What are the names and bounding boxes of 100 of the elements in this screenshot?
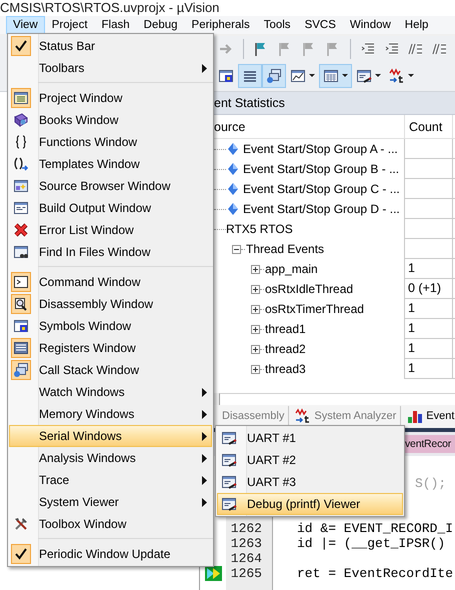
toolbar-button[interactable]: [238, 64, 262, 88]
indent-icon: [360, 40, 376, 56]
count-cell: [404, 239, 452, 259]
window-symbol-icon: [13, 318, 29, 334]
toolbar-button[interactable]: [262, 64, 286, 88]
menu-item[interactable]: Watch Windows: [9, 381, 212, 403]
tree-item[interactable]: thread1: [265, 322, 306, 336]
menu-item[interactable]: Source Browser Window: [9, 175, 212, 197]
menu-item[interactable]: Status Bar: [9, 35, 212, 57]
menu-item[interactable]: Periodic Window Update: [9, 543, 212, 565]
count-cell: 1: [404, 319, 452, 339]
menu-bar-item[interactable]: View: [6, 16, 45, 34]
stacked-windows-icon: [266, 68, 282, 84]
menu-item[interactable]: Error List Window: [9, 219, 212, 241]
menu-item[interactable]: UART #3: [217, 471, 403, 493]
menu-item[interactable]: Memory Windows: [9, 403, 212, 425]
tree-item[interactable]: Event Start/Stop Group B - ...: [243, 162, 400, 176]
scrollbar[interactable]: [219, 393, 455, 406]
menu-bar-item[interactable]: SVCS: [298, 16, 343, 34]
menu-item[interactable]: System Viewer: [9, 491, 212, 513]
menu-bar-item[interactable]: Tools: [256, 16, 298, 34]
column-header[interactable]: ource: [214, 120, 246, 134]
braces-icon: [13, 134, 29, 150]
toolbar-button[interactable]: [319, 64, 352, 88]
tab[interactable]: Event: [405, 406, 454, 426]
expand-icon[interactable]: [251, 324, 260, 334]
menu-bar-item[interactable]: Flash: [94, 16, 137, 34]
tree-item[interactable]: RTX5 RTOS: [226, 222, 293, 236]
expand-icon[interactable]: [251, 344, 260, 354]
menu-bar-item[interactable]: Peripherals: [184, 16, 257, 34]
code-line: S();: [415, 476, 446, 492]
menu-item[interactable]: Call Stack Window: [9, 359, 212, 381]
indent-icon: [384, 40, 400, 56]
editor-tab[interactable]: ventRecor: [405, 435, 455, 454]
menu-item[interactable]: Build Output Window: [9, 197, 212, 219]
line-number: 1265: [230, 566, 262, 582]
count-cell: [404, 159, 452, 179]
submenu-arrow-icon: [202, 410, 207, 418]
signal-arrow-icon: [389, 68, 405, 84]
menu-bar-item[interactable]: Debug: [136, 16, 185, 34]
tools-icon: [13, 516, 29, 532]
tree-item[interactable]: Thread Events: [246, 242, 324, 256]
window-title: CMSIS\RTOS\RTOS.uvprojx - µVision: [0, 0, 220, 15]
menu-bar-item[interactable]: Help: [398, 16, 436, 34]
diamond-icon: [228, 203, 238, 215]
collapse-icon[interactable]: [232, 244, 241, 254]
submenu-arrow-icon: [202, 454, 207, 462]
expand-icon[interactable]: [251, 304, 260, 314]
column-header[interactable]: Count: [409, 120, 442, 134]
menu-item[interactable]: Templates Window: [9, 153, 212, 175]
line-number: 1263: [230, 536, 262, 552]
count-cell: 1: [404, 339, 452, 359]
menu-bar-item[interactable]: Project: [44, 16, 95, 34]
code-line: id |= (__get_IPSR(): [297, 536, 446, 552]
menu-bar-item[interactable]: Window: [342, 16, 398, 34]
menu-item[interactable]: Disassembly Window: [9, 293, 212, 315]
caret-icon: [408, 74, 414, 77]
menu-item[interactable]: Command Window: [9, 271, 212, 293]
menu-item[interactable]: Serial Windows: [9, 425, 212, 447]
panel-title: ent Statistics: [214, 96, 285, 110]
code-line: id &= EVENT_RECORD_I: [297, 521, 454, 536]
count-cell: 1: [404, 299, 452, 319]
diamond-icon: [228, 143, 238, 155]
window-symbol-icon: [218, 68, 234, 84]
menu-item[interactable]: UART #1: [217, 427, 403, 449]
menu-item[interactable]: Find In Files Window: [9, 241, 212, 263]
expand-icon[interactable]: [251, 364, 260, 374]
window-pen-icon: [221, 430, 237, 446]
window-lines-icon: [13, 200, 29, 216]
menu-item[interactable]: Project Window: [9, 87, 212, 109]
menu-item[interactable]: UART #2: [217, 449, 403, 471]
menu-item[interactable]: Books Window: [9, 109, 212, 131]
menu-item[interactable]: Debug (printf) Viewer: [217, 493, 403, 515]
tree-item[interactable]: thread2: [265, 342, 306, 356]
diamond-icon: [228, 163, 238, 175]
menu-item[interactable]: Registers Window: [9, 337, 212, 359]
window-pen-icon: [221, 452, 237, 468]
submenu-arrow-icon: [202, 64, 207, 72]
tree-item[interactable]: Event Start/Stop Group C - ...: [243, 182, 400, 196]
cross-icon: [13, 222, 29, 238]
caret-icon: [309, 74, 315, 77]
menu-item[interactable]: Toolbox Window: [9, 513, 212, 535]
diamond-icon: [228, 183, 238, 195]
menu-item[interactable]: Analysis Windows: [9, 447, 212, 469]
binoculars-window-icon: [13, 244, 29, 260]
expand-icon[interactable]: [251, 264, 260, 274]
tree-item[interactable]: Event Start/Stop Group A - ...: [243, 142, 398, 156]
menu-item[interactable]: Functions Window: [9, 131, 212, 153]
tree-item[interactable]: app_main: [265, 262, 318, 276]
menu-item[interactable]: Toolbars: [9, 57, 212, 79]
tree-item[interactable]: thread3: [265, 362, 306, 376]
expand-icon[interactable]: [251, 284, 260, 294]
tree-item[interactable]: osRtxTimerThread: [265, 302, 364, 316]
tree-item[interactable]: Event Start/Stop Group D - ...: [243, 202, 400, 216]
menu-item[interactable]: Symbols Window: [9, 315, 212, 337]
caret-icon: [342, 74, 348, 77]
menu-item[interactable]: Trace: [9, 469, 212, 491]
grid-window-icon: [323, 68, 339, 84]
submenu-arrow-icon: [202, 432, 207, 440]
tree-item[interactable]: osRtxIdleThread: [265, 282, 354, 296]
